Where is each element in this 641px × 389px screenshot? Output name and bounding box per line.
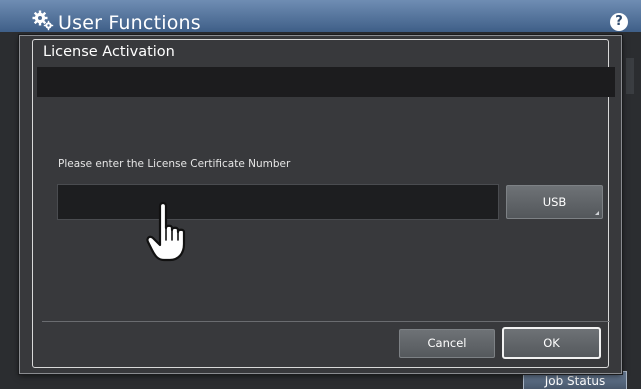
ok-button[interactable]: OK [502, 327, 601, 359]
help-icon[interactable]: ? [610, 13, 628, 31]
gear-icon [32, 10, 54, 32]
usb-button[interactable]: USB [506, 185, 603, 219]
divider [42, 321, 610, 322]
license-activation-dialog: License Activation Please enter the Lice… [19, 35, 622, 374]
license-certificate-number-input[interactable] [57, 184, 499, 220]
corner-arrow-icon [595, 211, 599, 215]
app-header: User Functions ? [0, 0, 641, 34]
cancel-button[interactable]: Cancel [399, 329, 495, 358]
dialog-header-bar [37, 67, 615, 97]
app-title: User Functions [58, 12, 201, 34]
license-prompt-label: Please enter the License Certificate Num… [58, 158, 291, 170]
background-bar-right [626, 58, 634, 94]
usb-button-label: USB [542, 195, 567, 209]
dialog-title: License Activation [43, 44, 175, 60]
hand-pointer-icon [146, 200, 202, 264]
